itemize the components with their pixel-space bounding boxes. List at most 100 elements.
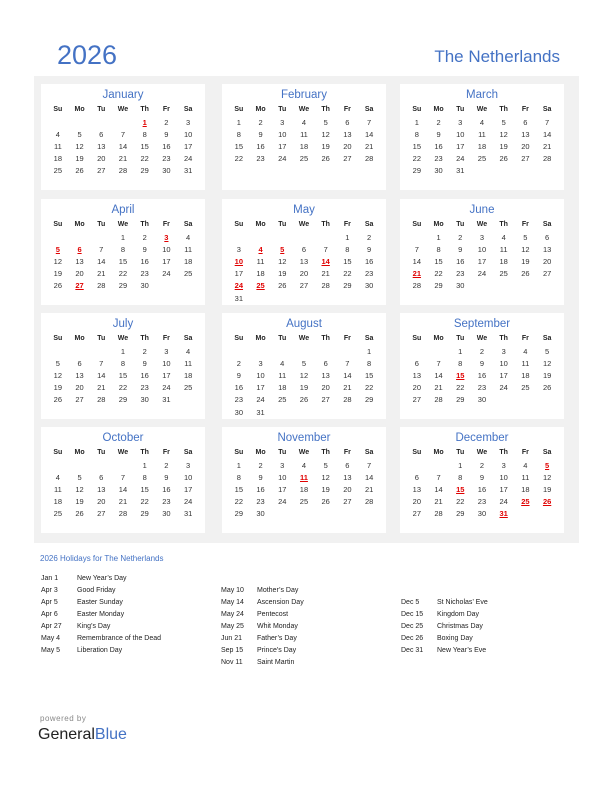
day-cell: 2 (436, 117, 441, 127)
holiday-day-cell: 3 (164, 232, 169, 242)
day-cell: 26 (299, 395, 309, 405)
day-cell: 11 (521, 472, 530, 482)
day-cell: 5 (77, 472, 82, 482)
holiday-date: May 25 (221, 623, 244, 630)
empty-cell (428, 459, 450, 471)
day-cell: 10 (256, 370, 265, 380)
day-cell: 2 (142, 232, 147, 242)
day-cell: 22 (140, 497, 149, 507)
weekday-header: Su (412, 105, 422, 113)
month-title: November (277, 432, 331, 444)
holiday-item: May 14 Ascension Day (221, 597, 304, 609)
weekday-header: Mo (433, 448, 444, 456)
empty-cell (515, 508, 537, 520)
day-cell: 8 (458, 472, 463, 482)
day-cell: 31 (183, 166, 193, 176)
day-cell: 16 (364, 256, 374, 266)
day-cell: 16 (256, 484, 265, 494)
month-title: August (286, 318, 322, 330)
holiday-day-cell: 14 (321, 256, 330, 266)
month-title: February (280, 89, 328, 101)
day-cell: 17 (162, 370, 171, 380)
empty-cell (337, 345, 359, 357)
holiday-item: Dec 25 Christmas Day (401, 621, 488, 633)
weekday-header: Mo (255, 448, 266, 456)
day-cell: 13 (412, 370, 422, 380)
day-cell: 3 (280, 117, 285, 127)
month-title: January (102, 89, 144, 101)
empty-cell (69, 116, 91, 128)
day-cell: 10 (162, 358, 171, 368)
month-title: September (453, 318, 511, 330)
weekday-header: Th (499, 448, 508, 456)
month-title: March (466, 89, 498, 101)
day-cell: 3 (479, 232, 485, 242)
day-cell: 31 (162, 395, 171, 405)
day-cell: 5 (523, 232, 528, 242)
weekday-header: Su (234, 334, 244, 342)
weekday-header: Sa (364, 448, 374, 456)
day-cell: 20 (521, 141, 530, 151)
empty-cell (536, 508, 558, 520)
day-cell: 4 (280, 358, 285, 368)
weekday-header: Fr (343, 334, 351, 342)
weekday-header: Fr (343, 105, 351, 113)
day-cell: 23 (434, 154, 443, 164)
day-cell: 28 (118, 509, 128, 519)
day-cell: 26 (53, 281, 63, 291)
empty-cell (250, 345, 272, 357)
day-cell: 23 (140, 269, 149, 279)
day-cell: 6 (414, 358, 419, 368)
day-cell: 9 (458, 244, 463, 254)
empty-cell (112, 459, 134, 471)
day-cell: 2 (142, 346, 147, 356)
weekday-header: Sa (183, 334, 193, 342)
empty-cell (69, 231, 91, 243)
day-cell: 20 (299, 269, 309, 279)
day-cell: 14 (364, 472, 374, 482)
day-cell: 17 (256, 383, 265, 393)
day-cell: 8 (436, 244, 441, 254)
holiday-day-cell: 5 (545, 460, 550, 470)
holiday-name: Ascension Day (257, 599, 304, 606)
empty-cell (69, 345, 91, 357)
weekday-header: Fr (521, 448, 529, 456)
day-cell: 14 (343, 370, 352, 380)
empty-cell (112, 116, 134, 128)
weekday-header: We (117, 334, 129, 342)
day-cell: 6 (345, 117, 350, 127)
day-cell: 19 (278, 269, 287, 279)
holiday-name: St Nicholas’ Eve (437, 599, 488, 606)
day-cell: 30 (140, 281, 149, 291)
empty-cell (228, 231, 250, 243)
day-cell: 22 (412, 154, 422, 164)
day-cell: 7 (323, 244, 328, 254)
day-cell: 30 (140, 395, 149, 405)
weekday-header: Sa (364, 334, 374, 342)
day-cell: 1 (120, 346, 126, 356)
weekday-header: We (117, 448, 129, 456)
day-cell: 14 (118, 484, 128, 494)
weekday-header: Su (234, 220, 244, 228)
day-cell: 20 (97, 497, 106, 507)
day-cell: 17 (477, 256, 487, 266)
holiday-day-cell: 15 (456, 484, 465, 494)
weekday-header: Tu (456, 220, 465, 228)
day-cell: 18 (278, 383, 287, 393)
weekday-header: Sa (364, 105, 374, 113)
weekday-header: Th (499, 334, 508, 342)
day-cell: 10 (278, 472, 287, 482)
day-cell: 8 (120, 244, 126, 254)
day-cell: 2 (164, 460, 169, 470)
day-cell: 4 (55, 472, 60, 482)
holiday-day-cell: 10 (234, 256, 244, 266)
day-cell: 17 (183, 141, 193, 151)
holiday-date: Apr 27 (41, 623, 62, 630)
day-cell: 11 (499, 244, 508, 254)
day-cell: 8 (458, 358, 463, 368)
holiday-date: Apr 5 (41, 599, 58, 606)
weekday-header: Fr (162, 105, 170, 113)
day-cell: 13 (343, 472, 352, 482)
weekday-header: Fr (521, 220, 529, 228)
day-cell: 8 (414, 129, 419, 139)
